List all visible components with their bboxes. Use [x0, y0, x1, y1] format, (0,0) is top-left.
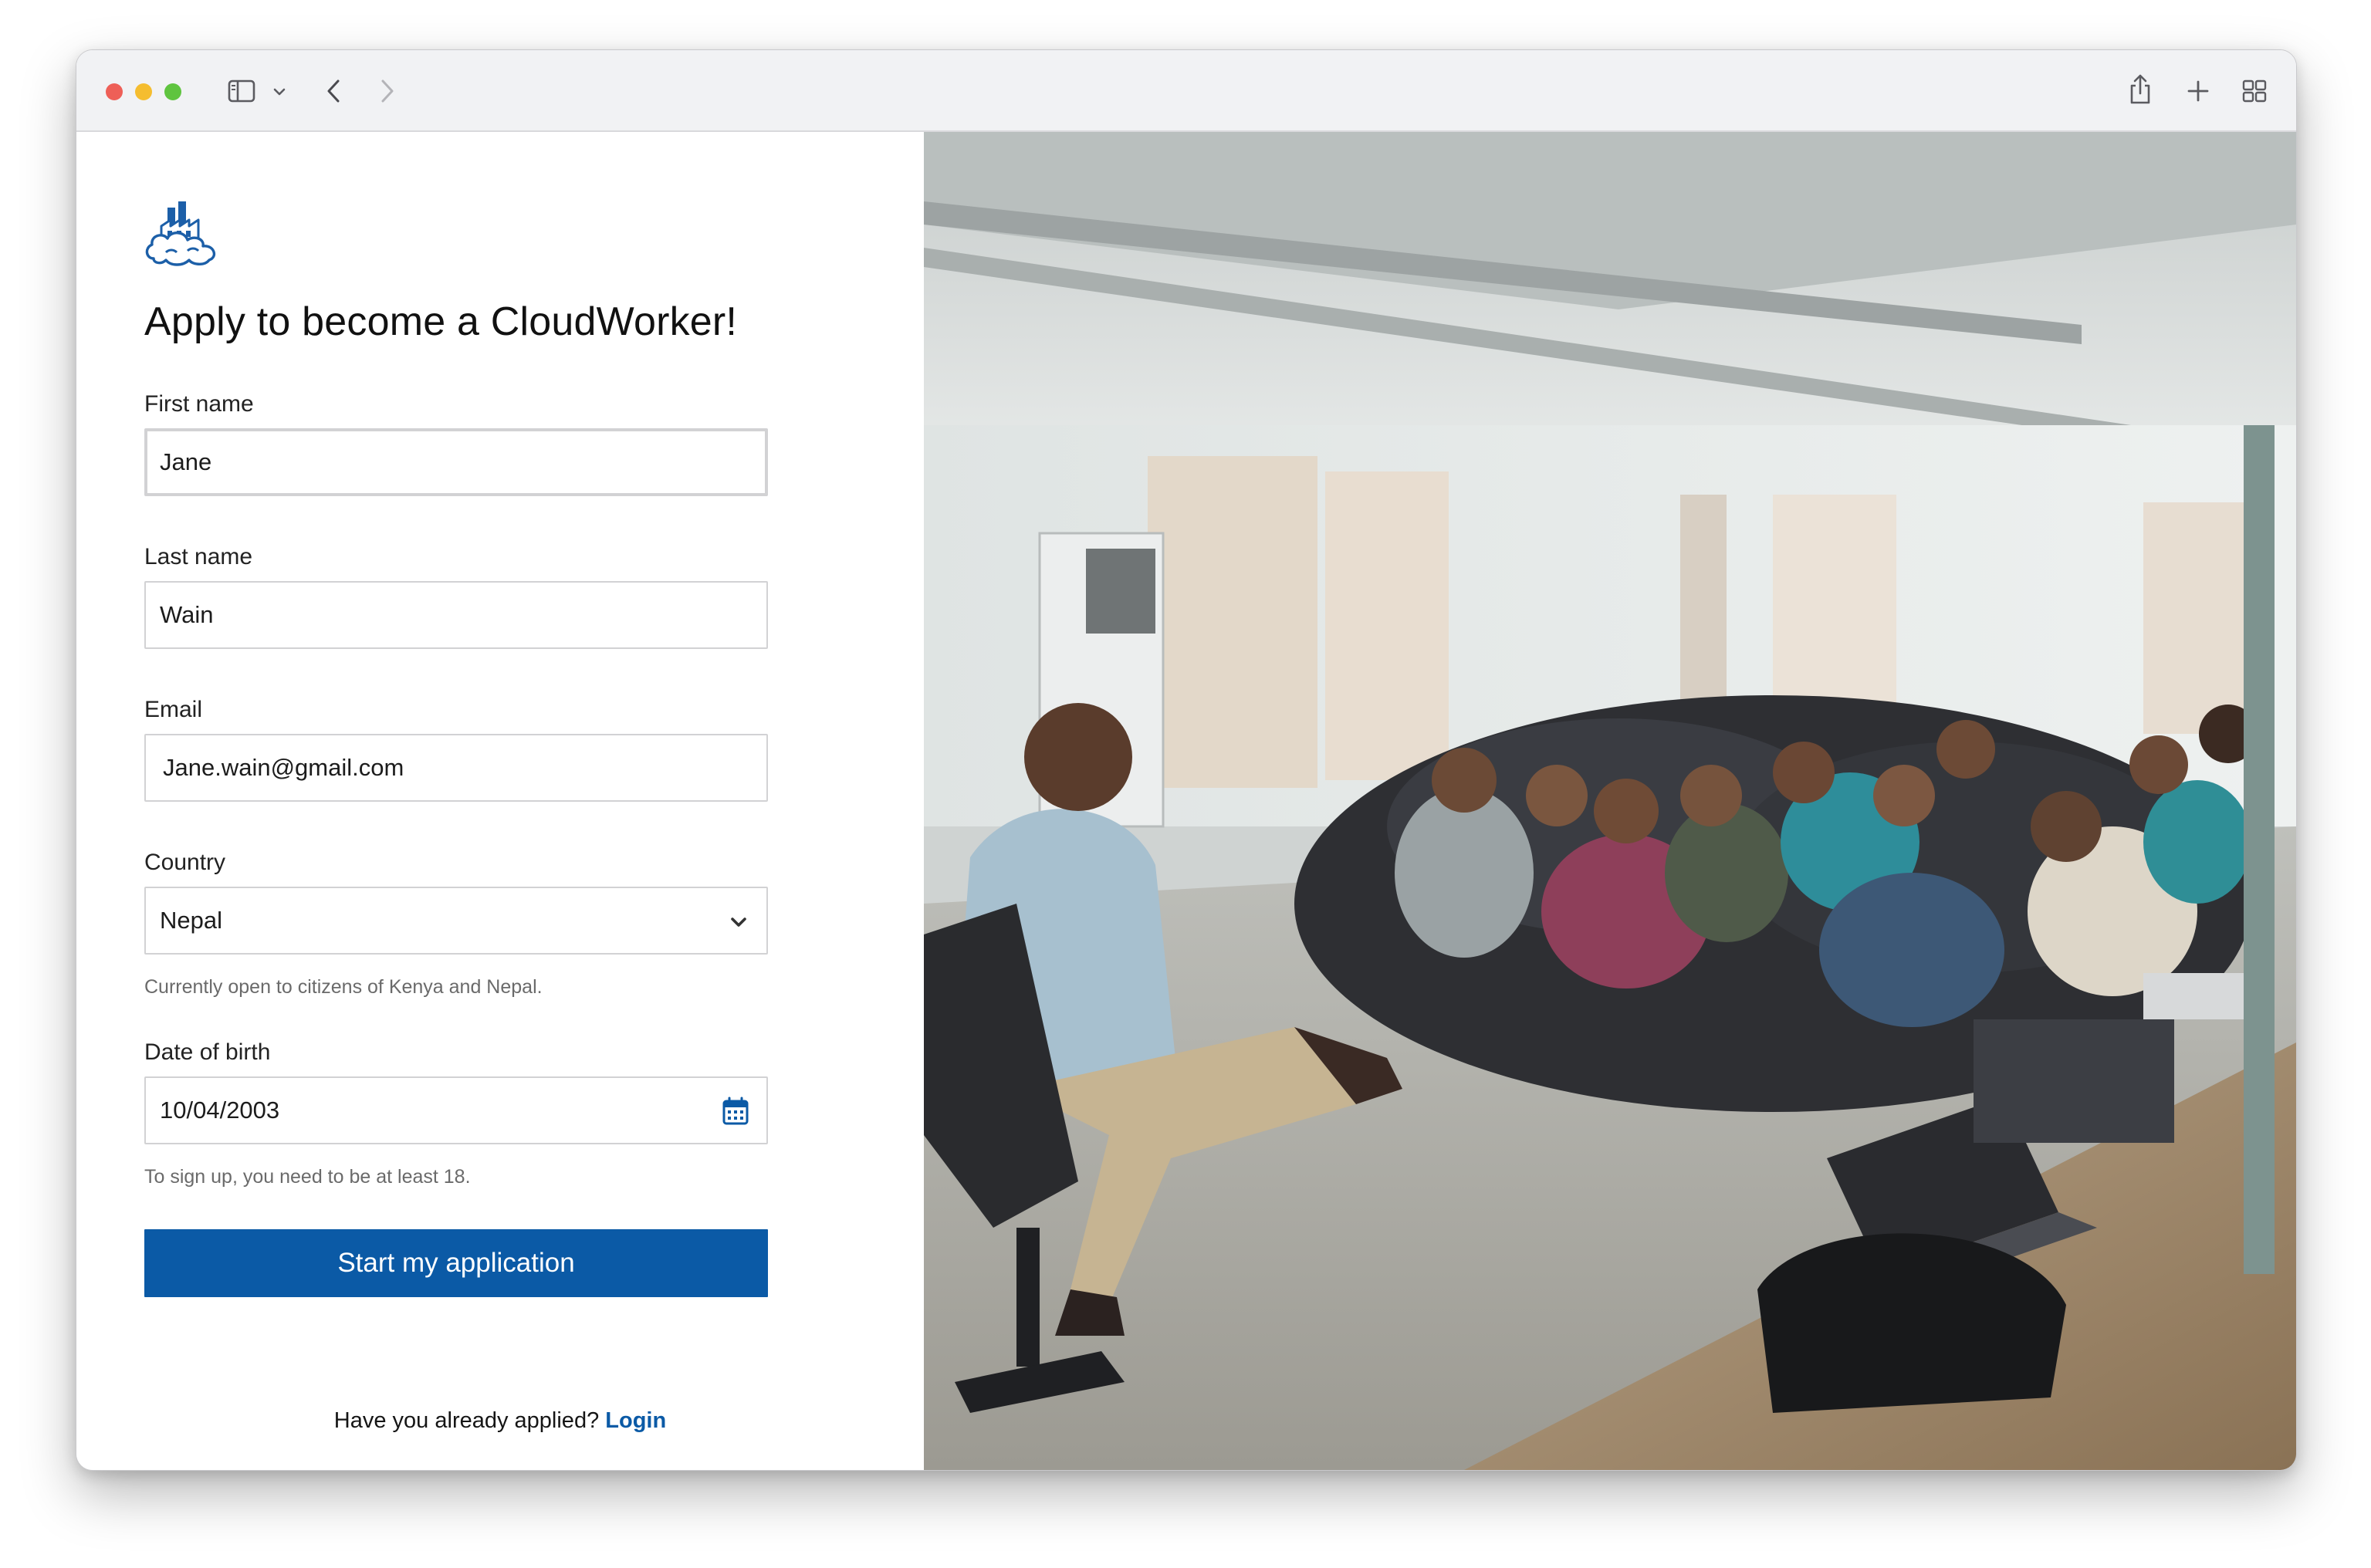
email-field[interactable]: Jane.wain@gmail.com — [144, 734, 768, 802]
login-prompt-text: Have you already applied? — [333, 1408, 600, 1433]
close-window-button[interactable] — [106, 83, 123, 100]
back-icon[interactable] — [322, 76, 345, 106]
dob-label: Date of birth — [144, 1039, 271, 1065]
email-value: Jane.wain@gmail.com — [163, 754, 404, 781]
first-name-value: Jane — [160, 448, 212, 475]
share-icon[interactable] — [2126, 72, 2154, 107]
minimize-window-button[interactable] — [135, 83, 152, 100]
chevron-down-icon[interactable] — [271, 84, 288, 100]
sidebar-icon[interactable] — [226, 78, 257, 104]
email-label: Email — [144, 697, 203, 722]
cloudworker-logo — [143, 197, 223, 268]
dob-helper-text: To sign up, you need to be at least 18. — [144, 1166, 471, 1188]
hero-photo — [924, 132, 2296, 1470]
application-form-panel: Apply to become a CloudWorker! First nam… — [76, 132, 924, 1470]
country-label: Country — [144, 850, 226, 875]
forward-icon[interactable] — [376, 76, 399, 106]
chevron-down-icon — [726, 910, 751, 934]
tab-overview-icon[interactable] — [2241, 78, 2268, 104]
new-tab-icon[interactable] — [2185, 78, 2211, 104]
last-name-value: Wain — [160, 601, 214, 628]
dob-field[interactable]: 10/04/2003 — [144, 1076, 768, 1144]
page-content: Apply to become a CloudWorker! First nam… — [76, 132, 2296, 1470]
first-name-field[interactable]: Jane — [144, 428, 768, 496]
country-helper-text: Currently open to citizens of Kenya and … — [144, 976, 543, 998]
login-link[interactable]: Login — [605, 1408, 666, 1433]
login-prompt: Have you already applied? Login — [76, 1408, 924, 1434]
dob-value: 10/04/2003 — [160, 1097, 280, 1124]
browser-toolbar — [76, 50, 2296, 132]
last-name-field[interactable]: Wain — [144, 581, 768, 649]
first-name-label: First name — [144, 391, 254, 417]
page-title: Apply to become a CloudWorker! — [144, 299, 738, 344]
country-select[interactable]: Nepal — [144, 887, 768, 955]
calendar-icon[interactable] — [722, 1097, 749, 1126]
browser-window: Apply to become a CloudWorker! First nam… — [76, 49, 2297, 1471]
start-application-button[interactable]: Start my application — [144, 1229, 768, 1297]
zoom-window-button[interactable] — [164, 83, 181, 100]
classroom-photo — [924, 132, 2296, 1470]
last-name-label: Last name — [144, 544, 253, 569]
country-value: Nepal — [160, 907, 222, 934]
